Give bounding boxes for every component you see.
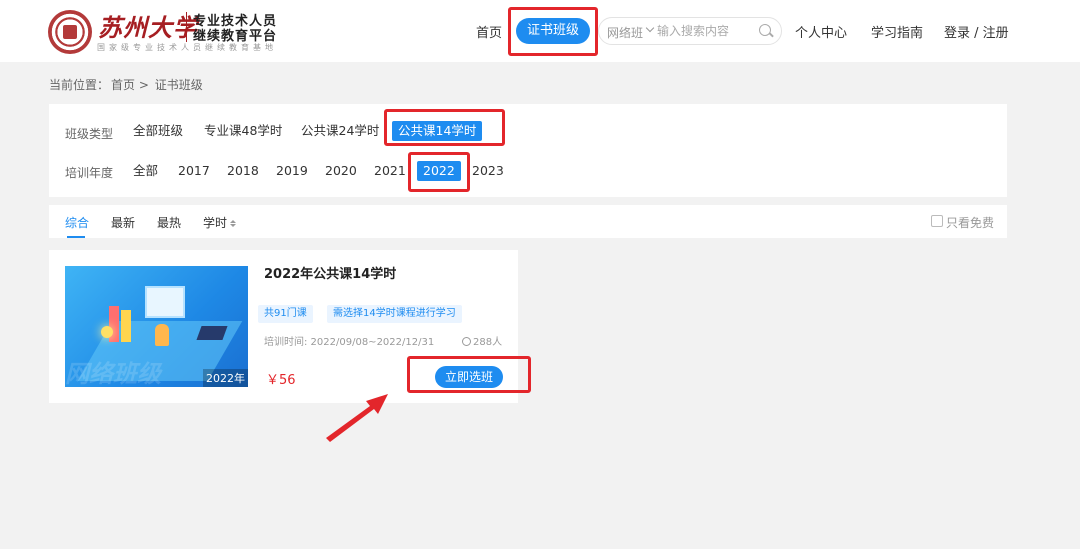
highlight-box-nav [508, 7, 598, 56]
filter-year-2018[interactable]: 2018 [227, 161, 259, 181]
breadcrumb: 当前位置： 首页 > 证书班级 [49, 76, 205, 93]
logo-divider [186, 12, 187, 42]
filter-year-2020[interactable]: 2020 [325, 161, 357, 181]
enrolled-count-value: 288人 [473, 337, 503, 348]
enrolled-count: 288人 [462, 333, 502, 348]
illustration-graduation-cap-icon [196, 326, 228, 340]
filter-class-major-48[interactable]: 专业课48学时 [204, 121, 282, 141]
filter-year-2023[interactable]: 2023 [472, 161, 504, 181]
illustration-book-icon [121, 310, 131, 342]
illustration-lightbulb-icon [101, 326, 113, 338]
class-type-label: 班级类型 [65, 127, 114, 141]
filter-year-2019[interactable]: 2019 [276, 161, 308, 181]
course-requirement-tag: 需选择14学时课程进行学习 [327, 305, 462, 323]
university-seal-icon[interactable] [48, 10, 92, 54]
highlight-box-year [408, 152, 470, 192]
thumbnail-watermark: 网络班级 [65, 360, 161, 387]
search-icon[interactable] [759, 24, 771, 36]
highlight-box-enroll [407, 356, 531, 393]
sort-hours-label: 学时 [203, 216, 228, 230]
nav-study-guide[interactable]: 学习指南 [871, 22, 923, 41]
illustration-person-icon [155, 324, 169, 346]
filter-panel: 班级类型 全部班级 专业课48学时 公共课24学时 公共课14学时 培训年度 全… [49, 104, 1007, 197]
sort-hottest[interactable]: 最热 [157, 214, 181, 231]
illustration-screen-icon [145, 286, 185, 318]
filter-year-2017[interactable]: 2017 [178, 161, 210, 181]
breadcrumb-prefix: 当前位置： [49, 78, 110, 92]
nav-personal-center[interactable]: 个人中心 [795, 22, 847, 41]
people-icon [462, 337, 471, 346]
filter-year-2021[interactable]: 2021 [374, 161, 406, 181]
nav-login-register[interactable]: 登录 / 注册 [944, 22, 1009, 41]
search-box: 网络班 [598, 17, 782, 45]
free-only-label[interactable]: 只看免费 [946, 214, 994, 231]
logo-subtitle: 国家级专业技术人员继续教育基地 [97, 43, 277, 52]
highlight-box-class-type [384, 109, 505, 146]
course-count-tag: 共91门课 [258, 305, 313, 323]
logo-university-name[interactable]: 苏州大学 [98, 8, 198, 43]
sort-active-underline [67, 236, 85, 238]
course-thumbnail[interactable]: 网络班级 2022年 [65, 266, 248, 387]
sort-bar: 综合 最新 最热 学时 只看免费 [49, 205, 1007, 238]
filter-class-all[interactable]: 全部班级 [133, 121, 183, 141]
search-input[interactable] [657, 22, 757, 40]
breadcrumb-separator: > [138, 78, 149, 92]
free-only-checkbox[interactable] [931, 215, 943, 227]
course-title[interactable]: 2022年公共课14学时 [264, 263, 396, 282]
training-year-label: 培训年度 [65, 166, 114, 180]
sort-arrows-icon [230, 220, 237, 227]
course-price: ￥56 [266, 373, 296, 388]
breadcrumb-home[interactable]: 首页 [111, 78, 135, 92]
thumbnail-year-badge: 2022年 [203, 369, 248, 387]
training-date: 培训时间: 2022/09/08~2022/12/31 [264, 337, 435, 348]
sort-comprehensive[interactable]: 综合 [65, 214, 89, 231]
filter-year-all[interactable]: 全部 [133, 161, 158, 181]
chevron-down-icon[interactable] [645, 23, 655, 33]
search-type-select[interactable]: 网络班 [607, 24, 643, 41]
sort-hours[interactable]: 学时 [203, 214, 237, 231]
filter-class-public-24[interactable]: 公共课24学时 [301, 121, 379, 141]
annotation-arrow-icon [326, 394, 388, 442]
sort-newest[interactable]: 最新 [111, 214, 135, 231]
breadcrumb-current: 证书班级 [154, 78, 203, 92]
nav-home[interactable]: 首页 [476, 22, 502, 41]
